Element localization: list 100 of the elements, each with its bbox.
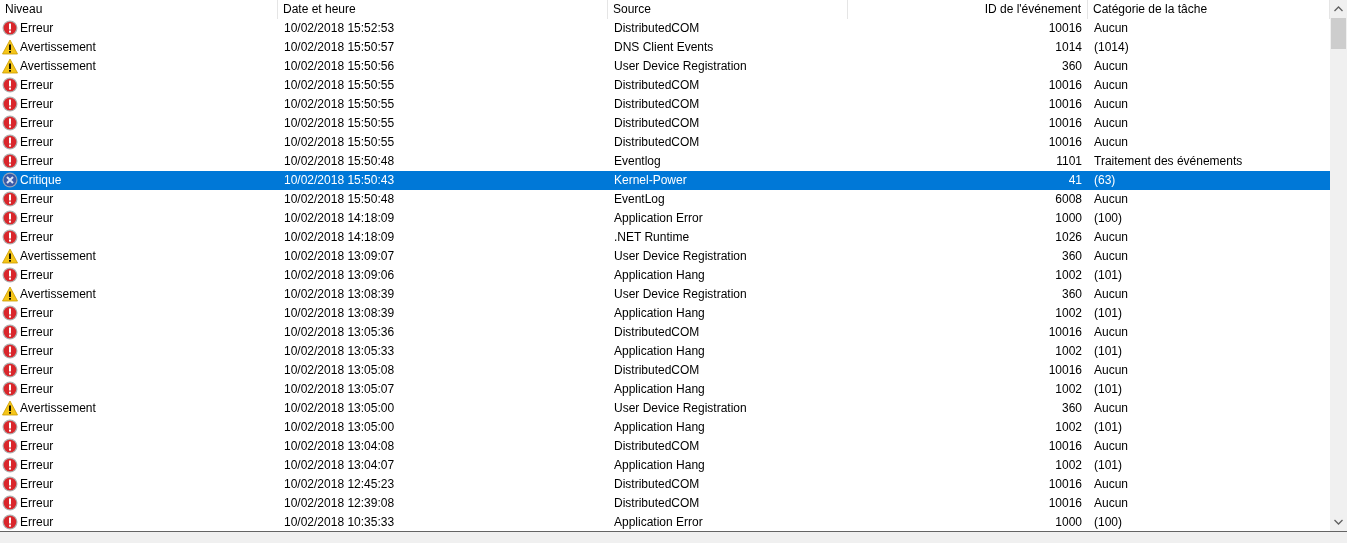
event-row[interactable]: Erreur 10/02/2018 13:09:06 Application Hang 1002 (101) <box>0 265 1330 285</box>
critical-icon <box>2 172 18 189</box>
event-id-cell-text: 1026 <box>1054 230 1083 245</box>
scroll-thumb[interactable] <box>1331 18 1346 49</box>
event-row[interactable]: Avertissement 10/02/2018 13:08:39 User Device Registration 360 Aucun <box>0 284 1330 304</box>
error-icon <box>2 153 18 170</box>
category-cell-text: Aucun <box>1093 400 1130 415</box>
event-id-cell-text: 10016 <box>1047 495 1083 510</box>
event-row[interactable]: Avertissement 10/02/2018 13:09:07 User Device Registration 360 Aucun <box>0 246 1330 266</box>
source-cell-text: User Device Registration <box>613 400 748 415</box>
category-cell-text: (101) <box>1093 268 1123 283</box>
error-icon <box>2 437 18 454</box>
warning-icon <box>2 248 18 265</box>
category-cell-text: (101) <box>1093 381 1123 396</box>
event-row[interactable]: Avertissement 10/02/2018 15:50:57 DNS Client Events 1014 (1014) <box>0 37 1330 57</box>
error-icon <box>2 456 18 473</box>
event-row[interactable]: Erreur 10/02/2018 15:50:48 Eventlog 1101 Traitement des événements <box>0 151 1330 171</box>
event-row[interactable]: Erreur 10/02/2018 13:05:00 Application Hang 1002 (101) <box>0 417 1330 437</box>
error-icon <box>2 96 18 113</box>
event-id-cell-text: 41 <box>1067 173 1083 188</box>
event-row[interactable]: Erreur 10/02/2018 10:35:33 Application Error 1000 (100) <box>0 512 1330 531</box>
event-id-cell-text: 10016 <box>1047 78 1083 93</box>
event-id-cell-text: 6008 <box>1054 192 1083 207</box>
date-cell-text: 10/02/2018 14:18:09 <box>283 230 396 245</box>
source-cell-text: Application Hang <box>613 457 706 472</box>
category-cell-text: (100) <box>1093 514 1123 529</box>
event-row[interactable]: Erreur 10/02/2018 13:05:07 Application Hang 1002 (101) <box>0 379 1330 399</box>
error-icon <box>2 229 18 246</box>
error-icon <box>2 513 18 530</box>
error-icon <box>2 77 18 94</box>
scroll-down-icon[interactable] <box>1334 519 1343 525</box>
event-row[interactable]: Erreur 10/02/2018 15:50:55 DistributedCOM 10016 Aucun <box>0 113 1330 133</box>
source-cell-text: Application Hang <box>613 343 706 358</box>
error-icon <box>2 20 18 37</box>
event-row[interactable]: Erreur 10/02/2018 15:52:53 DistributedCOM 10016 Aucun <box>0 18 1330 38</box>
category-cell-text: (101) <box>1093 419 1123 434</box>
category-cell-text: (63) <box>1093 173 1117 188</box>
event-id-cell-text: 10016 <box>1047 476 1083 491</box>
event-row[interactable]: Erreur 10/02/2018 15:50:55 DistributedCOM 10016 Aucun <box>0 94 1330 114</box>
event-id-cell-text: 1101 <box>1055 154 1083 169</box>
date-cell-text: 10/02/2018 10:35:33 <box>283 514 396 529</box>
event-row[interactable]: Erreur 10/02/2018 14:18:09 Application Error 1000 (100) <box>0 208 1330 228</box>
error-icon <box>2 267 18 284</box>
level-text: Erreur <box>20 514 54 529</box>
event-id-cell-text: 360 <box>1060 59 1083 74</box>
event-row[interactable]: Erreur 10/02/2018 14:18:09 .NET Runtime 1026 Aucun <box>0 227 1330 247</box>
source-cell-text: Application Hang <box>613 306 706 320</box>
level-text: Erreur <box>20 230 54 245</box>
event-row[interactable]: Erreur 10/02/2018 15:50:55 DistributedCOM 10016 Aucun <box>0 75 1330 95</box>
level-text: Erreur <box>20 419 54 434</box>
category-cell-text: (101) <box>1093 457 1123 472</box>
source-cell-text: DistributedCOM <box>613 97 701 112</box>
event-row[interactable]: Erreur 10/02/2018 13:05:33 Application Hang 1002 (101) <box>0 341 1330 361</box>
source-cell-text: Application Hang <box>613 268 706 283</box>
event-row[interactable]: Erreur 10/02/2018 15:50:55 DistributedCOM 10016 Aucun <box>0 132 1330 152</box>
warning-icon <box>2 58 18 75</box>
event-row[interactable]: Erreur 10/02/2018 13:04:08 DistributedCOM 10016 Aucun <box>0 436 1330 456</box>
source-cell-text: DistributedCOM <box>613 438 701 453</box>
error-icon <box>2 323 18 340</box>
source-cell-text: DistributedCOM <box>613 135 701 150</box>
source-cell-text: DistributedCOM <box>613 21 701 36</box>
source-cell-text: DistributedCOM <box>613 116 701 131</box>
level-text: Erreur <box>20 306 54 320</box>
level-text: Erreur <box>20 381 54 396</box>
category-cell-text: Aucun <box>1093 135 1130 150</box>
date-cell-text: 10/02/2018 13:05:08 <box>283 362 396 377</box>
source-cell-text: User Device Registration <box>613 59 748 74</box>
event-row[interactable]: Erreur 10/02/2018 13:05:36 DistributedCOM 10016 Aucun <box>0 322 1330 342</box>
source-cell-text: DistributedCOM <box>613 476 701 491</box>
event-row[interactable]: Erreur 10/02/2018 13:04:07 Application Hang 1002 (101) <box>0 455 1330 475</box>
scrollbar[interactable] <box>1330 0 1347 531</box>
event-row[interactable]: Avertissement 10/02/2018 15:50:56 User Device Registration 360 Aucun <box>0 56 1330 76</box>
event-id-cell-text: 1002 <box>1054 306 1083 320</box>
date-cell-text: 10/02/2018 15:50:56 <box>283 59 396 74</box>
category-cell-text: Aucun <box>1093 249 1130 264</box>
source-cell-text: Application Error <box>613 514 704 529</box>
date-cell-text: 10/02/2018 13:08:39 <box>283 287 396 301</box>
event-row[interactable]: Avertissement 10/02/2018 13:05:00 User Device Registration 360 Aucun <box>0 398 1330 418</box>
event-id-cell-text: 1002 <box>1054 343 1083 358</box>
category-cell-text: Aucun <box>1093 230 1130 245</box>
scroll-up-icon[interactable] <box>1334 6 1343 12</box>
event-row[interactable]: Erreur 10/02/2018 13:08:39 Application Hang 1002 (101) <box>0 303 1330 323</box>
date-cell-text: 10/02/2018 14:18:09 <box>283 211 396 226</box>
category-cell-text: Aucun <box>1093 287 1130 301</box>
event-id-cell-text: 10016 <box>1047 21 1083 36</box>
date-cell-text: 10/02/2018 12:39:08 <box>283 495 396 510</box>
event-row[interactable]: Critique 10/02/2018 15:50:43 Kernel-Power 41 (63) <box>0 170 1330 190</box>
date-cell-text: 10/02/2018 15:50:55 <box>283 116 396 131</box>
date-cell-text: 10/02/2018 15:50:55 <box>283 97 396 112</box>
event-row[interactable]: Erreur 10/02/2018 15:50:48 EventLog 6008 Aucun <box>0 189 1330 209</box>
source-cell-text: Application Hang <box>613 381 706 396</box>
source-cell-text: Kernel-Power <box>613 173 688 188</box>
source-cell-text: DistributedCOM <box>613 495 701 510</box>
event-id-cell-text: 10016 <box>1047 324 1083 339</box>
error-icon <box>2 380 18 397</box>
event-id-cell-text: 10016 <box>1047 135 1083 150</box>
event-row[interactable]: Erreur 10/02/2018 13:05:08 DistributedCOM 10016 Aucun <box>0 360 1330 380</box>
level-text: Erreur <box>20 97 54 112</box>
event-row[interactable]: Erreur 10/02/2018 12:39:08 DistributedCOM 10016 Aucun <box>0 493 1330 513</box>
event-row[interactable]: Erreur 10/02/2018 12:45:23 DistributedCOM 10016 Aucun <box>0 474 1330 494</box>
